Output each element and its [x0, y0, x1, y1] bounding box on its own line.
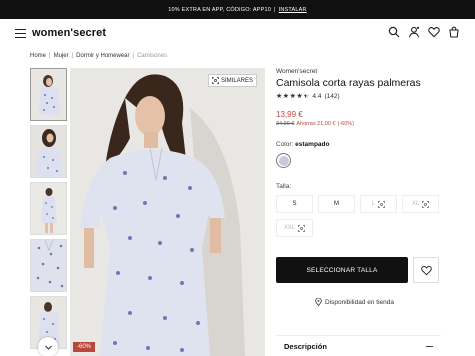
size-m-label: M — [334, 201, 339, 207]
product-info: Women'secret Camisola corta rayas palmer… — [276, 68, 441, 168]
size-xxl-label: XXL — [283, 225, 296, 231]
thumbnail-2[interactable] — [30, 125, 67, 178]
discount-badge: -60% — [73, 342, 96, 352]
cart-icon[interactable] — [448, 26, 460, 38]
size-s-label: S — [292, 201, 297, 207]
star-full-icon: ★ — [282, 93, 290, 100]
header-actions — [388, 26, 460, 38]
breadcrumb-dormir[interactable]: Dormir y Homewear — [76, 53, 129, 59]
thumbnail-list — [30, 68, 67, 353]
breadcrumb-separator: | — [71, 53, 74, 59]
store-availability-text: Disponibilidad en tienda — [325, 298, 395, 306]
old-price: 34,99 € — [276, 121, 295, 127]
star-full-icon: ★ — [296, 93, 303, 100]
promo-bar: 10% EXTRA EN APP, CÓDIGO: APP10 | INSTAL… — [0, 0, 475, 19]
discount-percent: (-60%) — [337, 121, 355, 127]
visual-search-icon — [298, 224, 306, 232]
heart-icon — [420, 265, 432, 275]
rating-stars: ★ ★ ★ ★ ★ — [276, 93, 309, 100]
star-full-icon: ★ — [289, 93, 296, 100]
install-app-link[interactable]: INSTALAR — [279, 7, 307, 13]
visual-search-icon — [378, 200, 386, 208]
star-half-icon: ★ — [303, 93, 310, 100]
thumbnails-scroll-down-button[interactable] — [38, 337, 58, 356]
breadcrumb-separator: | — [132, 53, 135, 59]
store-availability-link[interactable]: Disponibilidad en tienda — [315, 298, 394, 306]
rating-count: (142) — [324, 93, 340, 100]
savings-text: Ahorras 21,00 € — [296, 121, 336, 127]
promo-text: 10% EXTRA EN APP, CÓDIGO: APP10 — [168, 6, 271, 13]
thumbnail-3[interactable] — [30, 182, 67, 235]
size-option-xl[interactable]: XL — [402, 195, 439, 213]
search-icon[interactable] — [388, 26, 400, 38]
color-name: estampado — [295, 141, 330, 148]
wishlist-icon[interactable] — [428, 26, 440, 38]
account-icon[interactable] — [408, 26, 420, 38]
color-label-text: Color: — [276, 141, 294, 148]
size-l-label: L — [371, 201, 376, 207]
menu-icon[interactable] — [15, 29, 26, 38]
rating-value: 4.4 — [312, 93, 322, 100]
collapse-icon — [426, 345, 433, 347]
product-rating[interactable]: ★ ★ ★ ★ ★ 4.4 (142) — [276, 93, 441, 100]
add-to-wishlist-button[interactable] — [413, 257, 439, 283]
size-option-m[interactable]: M — [318, 195, 355, 213]
size-option-l[interactable]: L — [360, 195, 397, 213]
visual-search-icon — [212, 77, 219, 84]
breadcrumb-current: Camisones — [137, 53, 168, 59]
product-main-image[interactable]: SIMILARES -60% — [70, 68, 265, 356]
visual-search-icon — [422, 200, 430, 208]
similar-label: SIMILARES — [220, 77, 253, 84]
breadcrumb-mujer[interactable]: Mujer — [54, 53, 69, 59]
similar-products-button[interactable]: SIMILARES — [207, 74, 257, 87]
size-option-xxl[interactable]: XXL — [276, 219, 313, 237]
breadcrumb-separator: | — [49, 53, 51, 59]
promo-separator: | — [273, 6, 276, 13]
description-label: Descripción — [284, 341, 327, 351]
size-option-s[interactable]: S — [276, 195, 313, 213]
star-full-icon: ★ — [276, 93, 283, 100]
color-label: Color: estampado — [276, 141, 441, 148]
size-xl-label: XL — [411, 201, 420, 207]
thumbnail-1[interactable] — [30, 68, 67, 121]
description-accordion[interactable]: Descripción — [276, 335, 441, 356]
color-swatch-estampado[interactable] — [276, 153, 291, 168]
product-brand: Women'secret — [276, 68, 318, 75]
select-size-button[interactable]: SELECCIONAR TALLA — [276, 257, 408, 283]
product-photo — [70, 68, 265, 356]
brand-logo[interactable]: women'secret — [32, 27, 106, 39]
breadcrumb: Home | Mujer | Dormir y Homewear | Camis… — [30, 53, 167, 59]
breadcrumb-home[interactable]: Home — [30, 53, 46, 59]
product-title: Camisola corta rayas palmeras — [276, 77, 421, 89]
price-details: 34,99 € Ahorras 21,00 € (-60%) — [276, 121, 441, 127]
thumbnail-4[interactable] — [30, 239, 67, 292]
size-label: Talla: — [276, 183, 292, 190]
site-header: women'secret — [0, 19, 475, 47]
current-price: 13,99 € — [276, 110, 303, 119]
location-pin-icon — [315, 298, 322, 306]
chevron-down-icon — [44, 345, 52, 350]
